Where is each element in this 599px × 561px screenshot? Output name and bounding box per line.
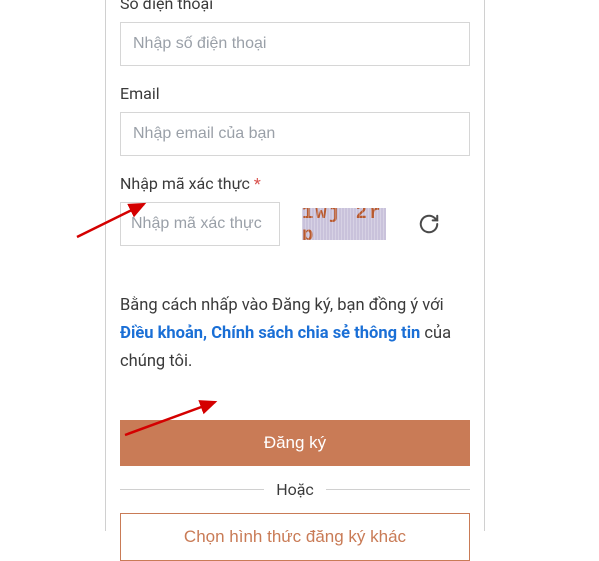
email-input[interactable] xyxy=(120,112,470,156)
captcha-input[interactable] xyxy=(120,202,280,246)
captcha-image: 1wj 2r p xyxy=(302,208,386,240)
divider-line-left xyxy=(120,489,264,490)
email-label: Email xyxy=(120,84,470,103)
consent-text: Bằng cách nhấp vào Đăng ký, bạn đồng ý v… xyxy=(120,292,470,376)
captcha-row: 1wj 2r p xyxy=(120,202,470,246)
divider-line-right xyxy=(326,489,470,490)
other-register-button[interactable]: Chọn hình thức đăng ký khác xyxy=(120,513,470,561)
register-button[interactable]: Đăng ký xyxy=(120,420,470,466)
captcha-label: Nhập mã xác thực * xyxy=(120,174,470,193)
divider: Hoặc xyxy=(120,480,470,499)
terms-link[interactable]: Điều khoản, Chính sách chia sẻ thông tin xyxy=(120,324,420,343)
phone-label: Số điện thoại xyxy=(120,0,470,13)
divider-text: Hoặc xyxy=(276,480,314,499)
refresh-icon[interactable] xyxy=(418,213,440,235)
registration-form-panel: Số điện thoại Email Nhập mã xác thực * 1… xyxy=(105,0,485,531)
required-marker: * xyxy=(254,174,261,193)
phone-input[interactable] xyxy=(120,22,470,66)
